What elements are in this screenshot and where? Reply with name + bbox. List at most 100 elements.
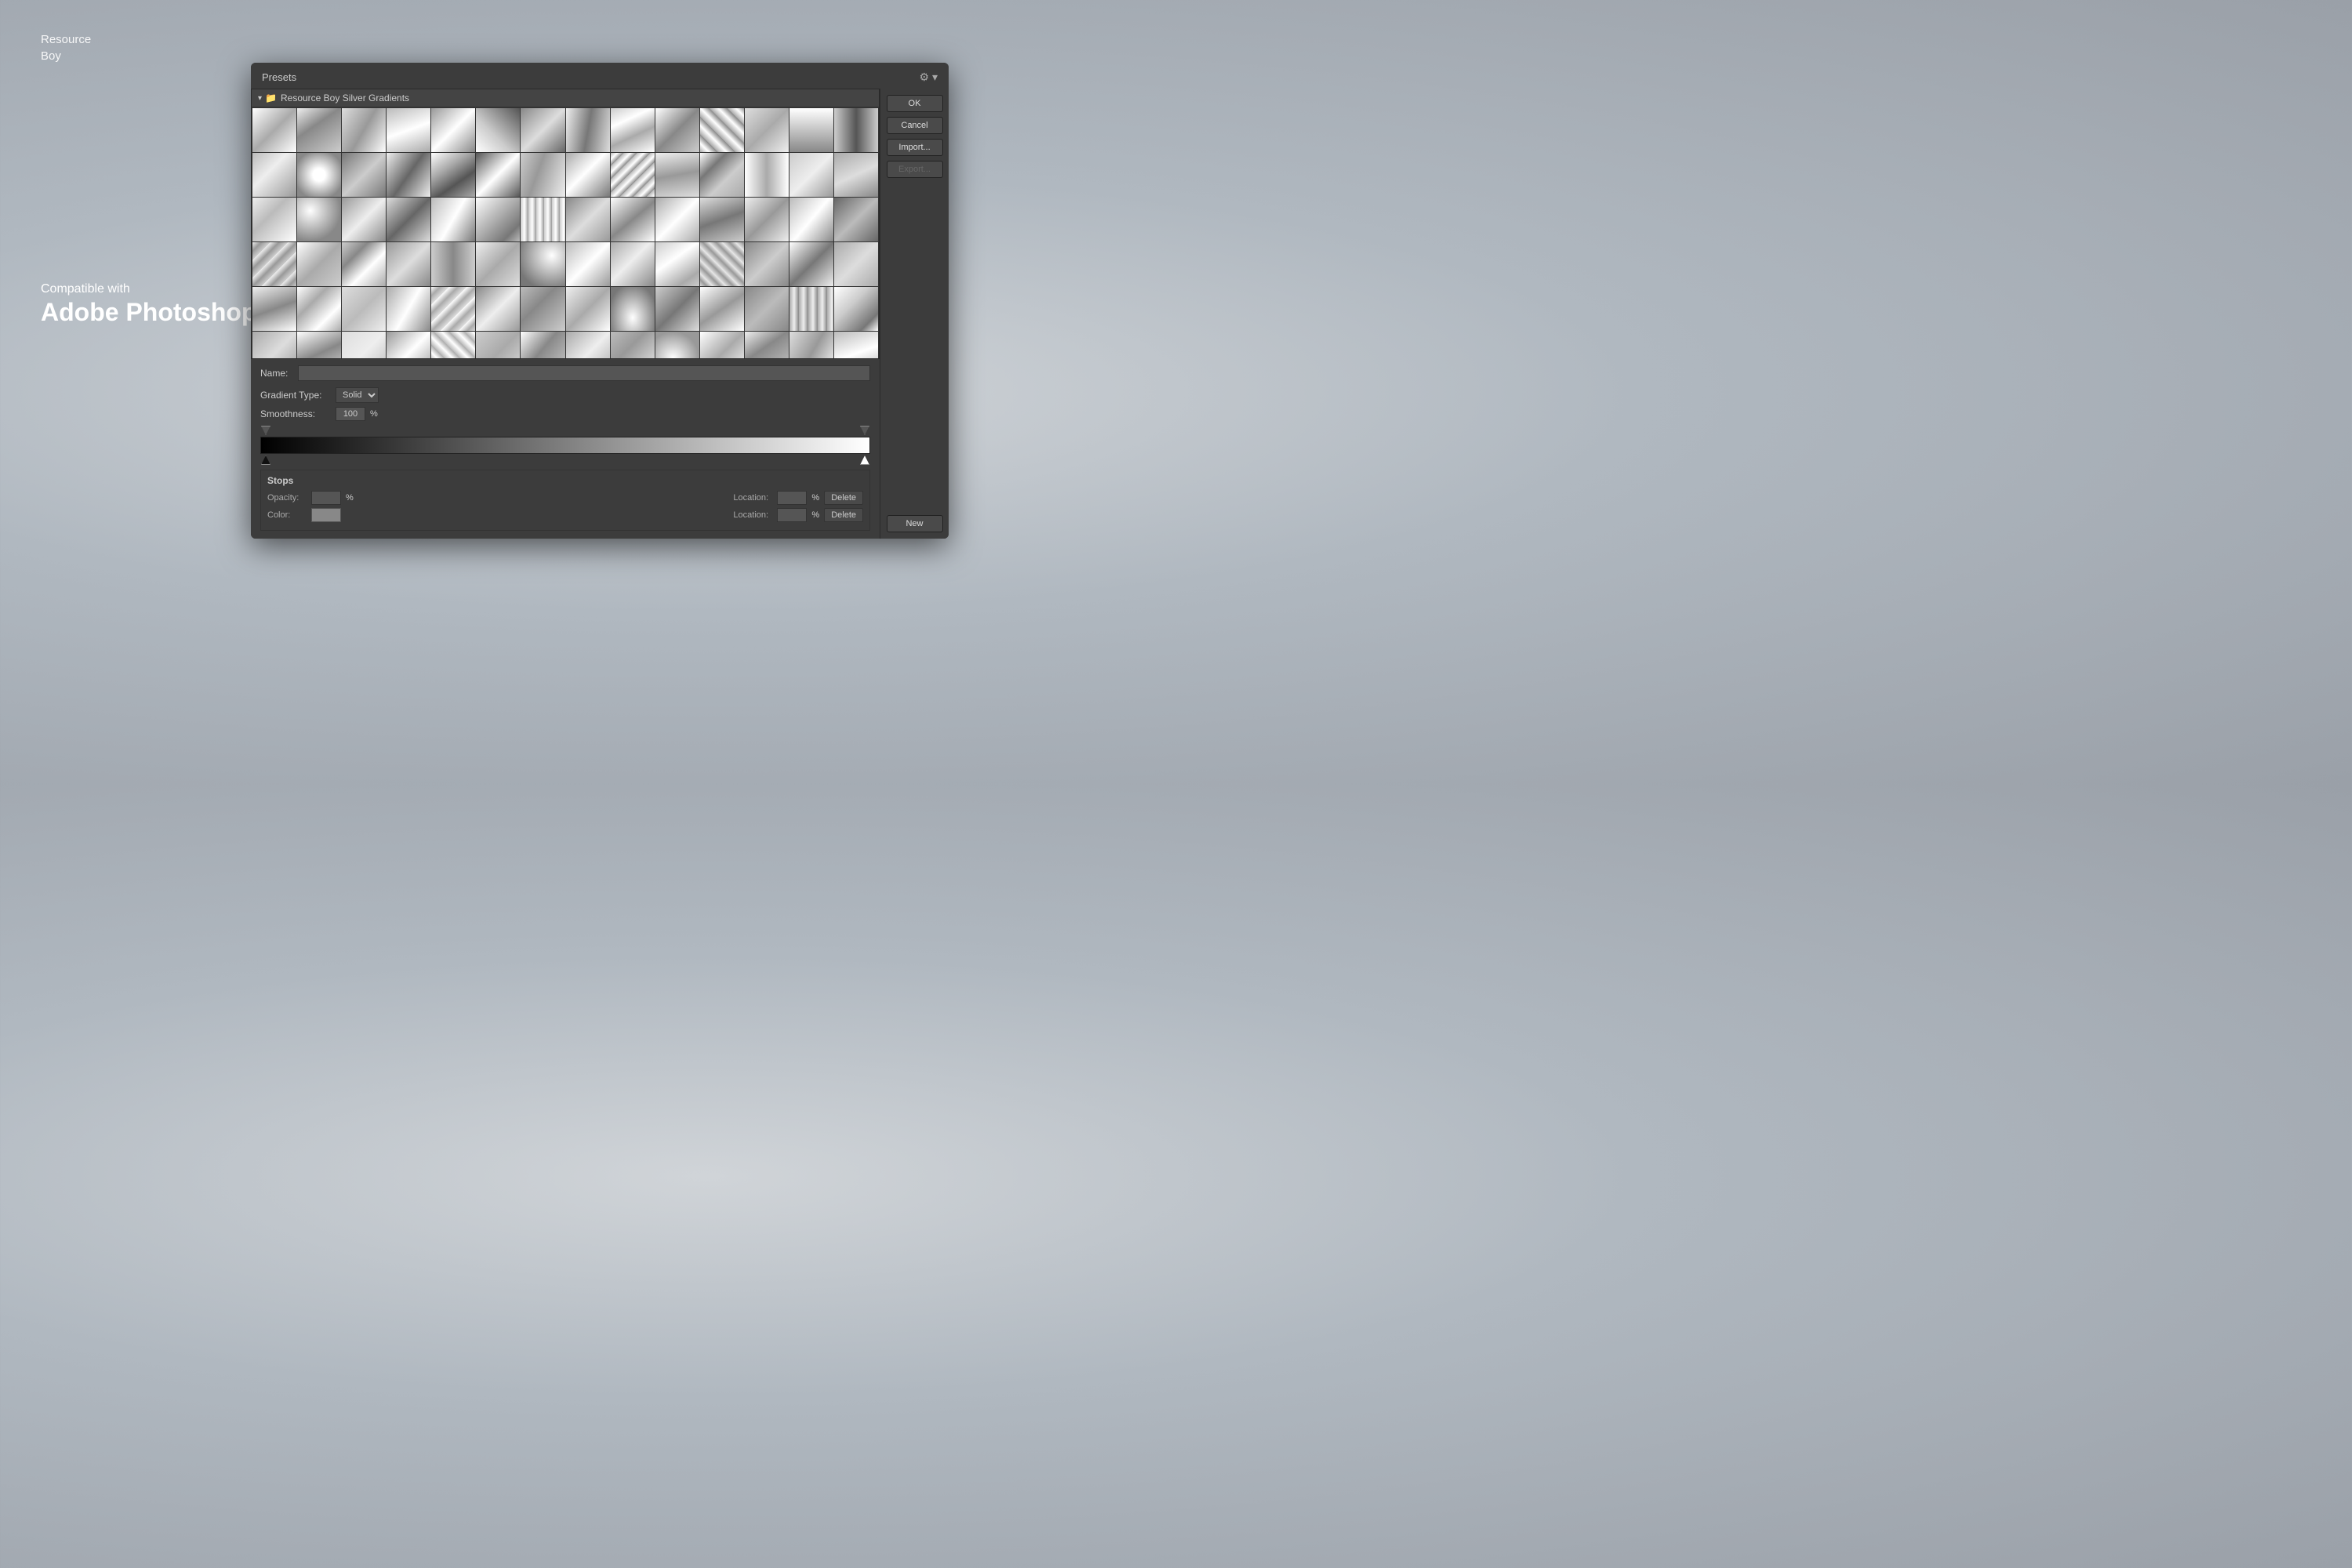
color-stop-right[interactable]	[860, 456, 869, 465]
gradient-cell[interactable]	[655, 287, 699, 331]
gradient-cell[interactable]	[834, 332, 878, 358]
gradient-cell[interactable]	[521, 242, 564, 286]
gradient-cell[interactable]	[431, 153, 475, 197]
import-button[interactable]: Import...	[887, 139, 943, 156]
gradient-cell[interactable]	[611, 332, 655, 358]
gradient-cell[interactable]	[342, 108, 386, 152]
gradient-cell[interactable]	[789, 108, 833, 152]
gear-button[interactable]: ⚙ ▾	[920, 71, 938, 84]
gradient-cell[interactable]	[476, 108, 520, 152]
gradient-cell[interactable]	[252, 332, 296, 358]
gradient-cell[interactable]	[297, 198, 341, 241]
gradient-cell[interactable]	[700, 108, 744, 152]
gradient-cell[interactable]	[745, 287, 789, 331]
gradient-cell[interactable]	[745, 198, 789, 241]
gradient-cell[interactable]	[700, 242, 744, 286]
gradient-cell[interactable]	[566, 242, 610, 286]
gradient-cell[interactable]	[252, 108, 296, 152]
gradient-cell[interactable]	[834, 242, 878, 286]
gradient-cell[interactable]	[521, 287, 564, 331]
gradient-cell[interactable]	[297, 242, 341, 286]
color-location-input[interactable]	[777, 508, 807, 522]
gradient-cell[interactable]	[342, 242, 386, 286]
color-delete-button[interactable]: Delete	[824, 508, 863, 522]
gradient-cell[interactable]	[387, 198, 430, 241]
gradient-cell[interactable]	[566, 153, 610, 197]
gradient-cell[interactable]	[745, 332, 789, 358]
gradient-cell[interactable]	[387, 242, 430, 286]
smoothness-input[interactable]	[336, 407, 365, 421]
gradient-cell[interactable]	[476, 198, 520, 241]
gradient-cell[interactable]	[431, 198, 475, 241]
gradient-cell[interactable]	[252, 287, 296, 331]
opacity-location-input[interactable]	[777, 491, 807, 505]
gradient-cell[interactable]	[252, 153, 296, 197]
gradient-cell[interactable]	[387, 108, 430, 152]
gradient-cell[interactable]	[834, 198, 878, 241]
gradient-cell[interactable]	[297, 332, 341, 358]
opacity-stop-right[interactable]	[860, 426, 869, 435]
gradient-cell[interactable]	[655, 242, 699, 286]
gradient-cell[interactable]	[297, 153, 341, 197]
gradient-cell[interactable]	[655, 108, 699, 152]
gradient-cell[interactable]	[655, 332, 699, 358]
gradient-cell[interactable]	[476, 153, 520, 197]
gradient-cell[interactable]	[834, 153, 878, 197]
gradient-cell[interactable]	[297, 287, 341, 331]
gradient-cell[interactable]	[566, 108, 610, 152]
color-stop-left[interactable]	[261, 456, 270, 465]
gradient-cell[interactable]	[342, 153, 386, 197]
gradient-cell[interactable]	[566, 332, 610, 358]
opacity-input[interactable]	[311, 491, 341, 505]
gradient-cell[interactable]	[789, 153, 833, 197]
gradient-cell[interactable]	[297, 108, 341, 152]
gradient-cell[interactable]	[789, 287, 833, 331]
ok-button[interactable]: OK	[887, 95, 943, 112]
gradient-cell[interactable]	[252, 198, 296, 241]
gradient-type-select[interactable]: Solid	[336, 387, 379, 403]
opacity-stop-left[interactable]	[261, 426, 270, 435]
gradient-cell[interactable]	[252, 242, 296, 286]
gradient-cell[interactable]	[655, 153, 699, 197]
gradient-cell[interactable]	[834, 108, 878, 152]
gradient-cell[interactable]	[745, 242, 789, 286]
gradient-cell[interactable]	[342, 332, 386, 358]
gradient-cell[interactable]	[431, 287, 475, 331]
gradient-cell[interactable]	[745, 108, 789, 152]
gradient-cell[interactable]	[521, 108, 564, 152]
gradient-preview-bar[interactable]	[260, 437, 870, 454]
gradient-cell[interactable]	[834, 287, 878, 331]
color-swatch[interactable]	[311, 508, 341, 522]
gradient-cell[interactable]	[700, 287, 744, 331]
gradient-cell[interactable]	[611, 242, 655, 286]
cancel-button[interactable]: Cancel	[887, 117, 943, 134]
gradient-scroll-area[interactable]	[252, 107, 879, 358]
gradient-cell[interactable]	[611, 287, 655, 331]
gradient-cell[interactable]	[566, 287, 610, 331]
gradient-cell[interactable]	[700, 153, 744, 197]
gradient-cell[interactable]	[789, 242, 833, 286]
gradient-cell[interactable]	[521, 198, 564, 241]
gradient-cell[interactable]	[745, 153, 789, 197]
gradient-cell[interactable]	[476, 332, 520, 358]
gradient-cell[interactable]	[655, 198, 699, 241]
gradient-cell[interactable]	[431, 242, 475, 286]
gradient-cell[interactable]	[566, 198, 610, 241]
gradient-cell[interactable]	[387, 332, 430, 358]
gradient-cell[interactable]	[789, 332, 833, 358]
gradient-cell[interactable]	[431, 108, 475, 152]
gradient-cell[interactable]	[342, 198, 386, 241]
name-input[interactable]	[298, 365, 870, 381]
new-button[interactable]: New	[887, 515, 943, 532]
gradient-cell[interactable]	[476, 287, 520, 331]
gradient-cell[interactable]	[700, 332, 744, 358]
gradient-cell[interactable]	[611, 153, 655, 197]
gradient-cell[interactable]	[789, 198, 833, 241]
opacity-delete-button[interactable]: Delete	[824, 491, 863, 505]
export-button[interactable]: Export...	[887, 161, 943, 178]
gradient-cell[interactable]	[611, 198, 655, 241]
gradient-cell[interactable]	[476, 242, 520, 286]
gradient-cell[interactable]	[342, 287, 386, 331]
gradient-cell[interactable]	[521, 153, 564, 197]
gradient-cell[interactable]	[611, 108, 655, 152]
